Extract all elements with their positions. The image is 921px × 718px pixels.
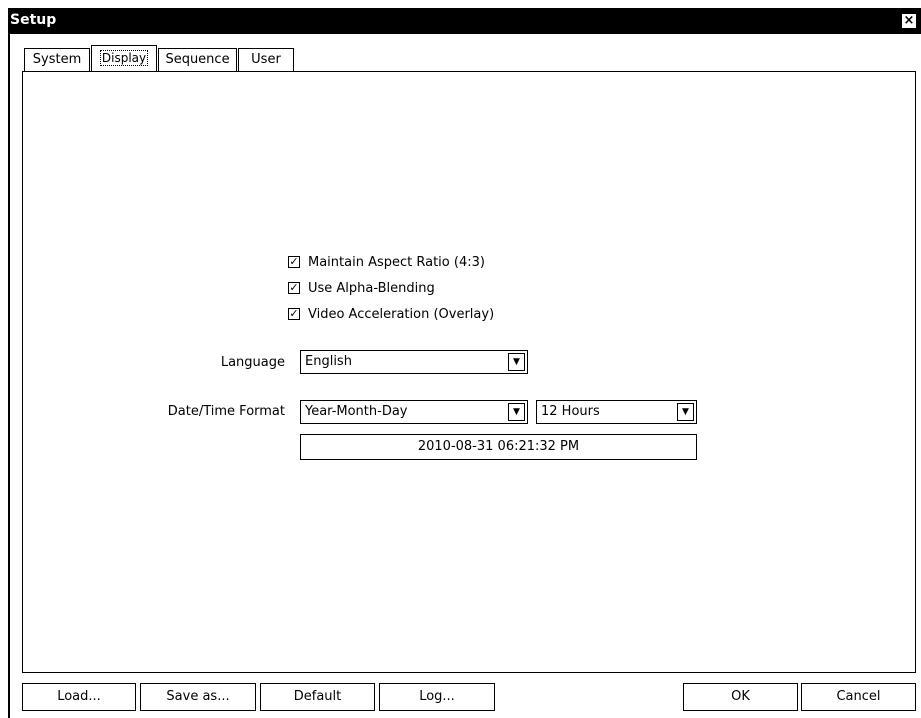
time-format-dropdown-icon[interactable]: ▼ [677, 403, 694, 421]
ok-button[interactable]: OK [683, 683, 798, 711]
tab-display-label: Display [99, 50, 149, 66]
time-format-value: 12 Hours [541, 404, 600, 419]
window-title: Setup [10, 12, 57, 28]
cancel-button[interactable]: Cancel [801, 683, 916, 711]
tab-user[interactable]: User [238, 48, 294, 71]
window-left-border [8, 34, 10, 718]
title-bar[interactable]: Setup × [8, 8, 921, 34]
tab-display[interactable]: Display [91, 45, 157, 72]
tab-sequence-label: Sequence [165, 52, 230, 67]
date-format-value: Year-Month-Day [305, 404, 408, 419]
datetime-preview: 2010-08-31 06:21:32 PM [300, 434, 697, 460]
alpha-blending-checkbox[interactable]: ✓ [288, 282, 300, 294]
tab-system-label: System [32, 52, 82, 67]
alpha-blending-label: Use Alpha-Blending [308, 280, 435, 296]
language-value: English [305, 354, 352, 369]
video-acceleration-label: Video Acceleration (Overlay) [308, 306, 495, 322]
tab-sequence[interactable]: Sequence [158, 48, 237, 71]
maintain-aspect-ratio-checkbox[interactable]: ✓ [288, 256, 300, 268]
video-acceleration-checkbox[interactable]: ✓ [288, 308, 300, 320]
setup-window: Setup × System Display Sequence User ✓ M… [0, 0, 921, 718]
tab-system[interactable]: System [24, 48, 90, 71]
language-dropdown-icon[interactable]: ▼ [508, 353, 525, 371]
language-select[interactable]: English ▼ [300, 350, 528, 374]
maintain-aspect-ratio-option[interactable]: ✓ Maintain Aspect Ratio (4:3) [288, 253, 485, 271]
alpha-blending-option[interactable]: ✓ Use Alpha-Blending [288, 279, 435, 297]
close-button[interactable]: × [901, 13, 917, 29]
save-as-button[interactable]: Save as... [140, 683, 256, 711]
video-acceleration-option[interactable]: ✓ Video Acceleration (Overlay) [288, 305, 494, 323]
maintain-aspect-ratio-label: Maintain Aspect Ratio (4:3) [308, 254, 485, 270]
load-button[interactable]: Load... [22, 683, 136, 711]
date-format-select[interactable]: Year-Month-Day ▼ [300, 400, 528, 424]
date-format-dropdown-icon[interactable]: ▼ [508, 403, 525, 421]
time-format-select[interactable]: 12 Hours ▼ [536, 400, 697, 424]
tab-user-label: User [251, 52, 281, 67]
log-button[interactable]: Log... [379, 683, 495, 711]
language-label: Language [220, 355, 285, 370]
datetime-format-label: Date/Time Format [167, 404, 285, 419]
default-button[interactable]: Default [260, 683, 375, 711]
